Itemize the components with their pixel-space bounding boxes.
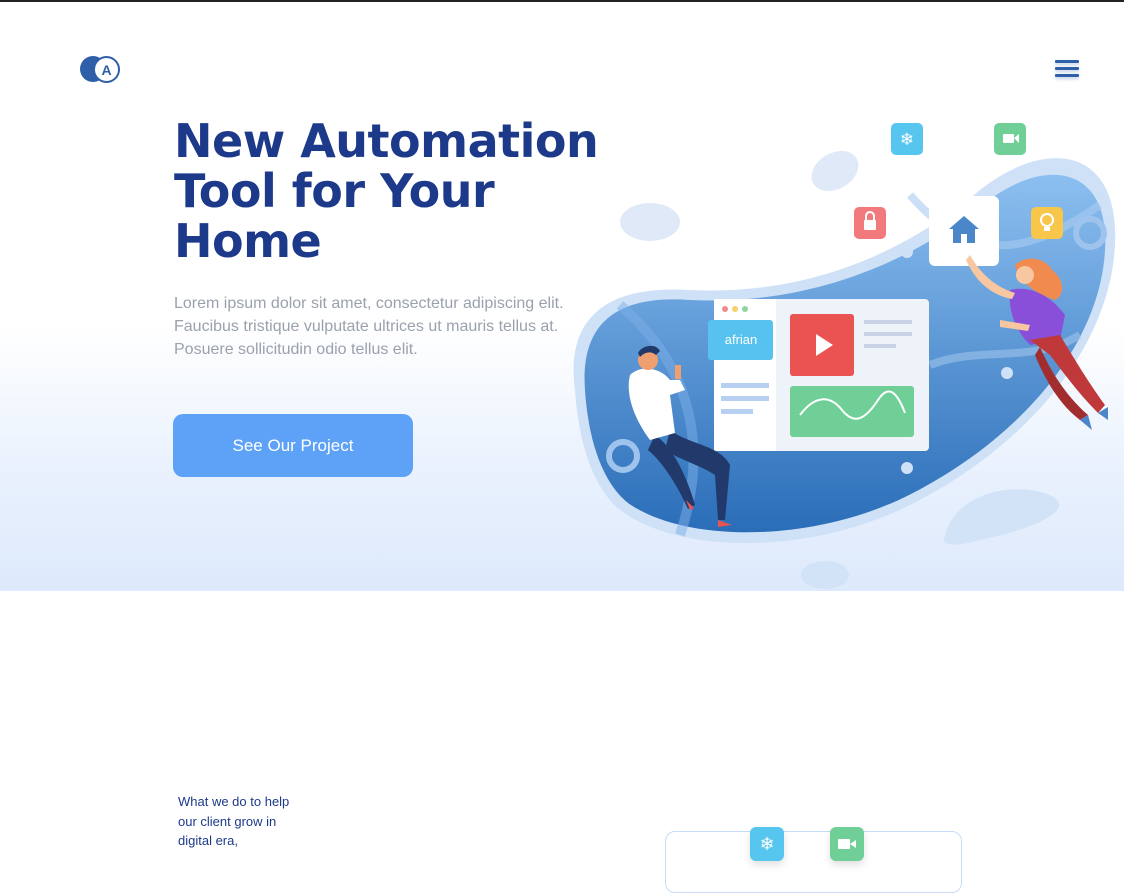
hero-illustration: afrian ❄ — [573, 123, 1116, 589]
deco-blob — [620, 203, 680, 241]
afrian-label: afrian — [725, 332, 758, 347]
logo-letter: A — [93, 56, 120, 83]
snowflake-icon: ❄ — [750, 827, 784, 861]
video-camera-icon — [830, 827, 864, 861]
deco-blob — [811, 151, 859, 191]
section-intro-text: What we do to help our client grow in di… — [178, 794, 290, 848]
hero-description: Lorem ipsum dolor sit amet, consectetur … — [174, 295, 564, 358]
svg-text:❄: ❄ — [900, 130, 914, 150]
hero-title: New Automation Tool for Your Home — [174, 114, 599, 268]
deco-blob — [801, 561, 849, 589]
see-our-project-button[interactable]: See Our Project — [173, 414, 413, 477]
lightbulb-icon — [1031, 207, 1063, 239]
deco-blob — [944, 489, 1060, 545]
hamburger-menu-icon[interactable] — [1055, 60, 1079, 80]
feature-card — [665, 831, 962, 893]
logo[interactable]: A — [80, 55, 122, 83]
